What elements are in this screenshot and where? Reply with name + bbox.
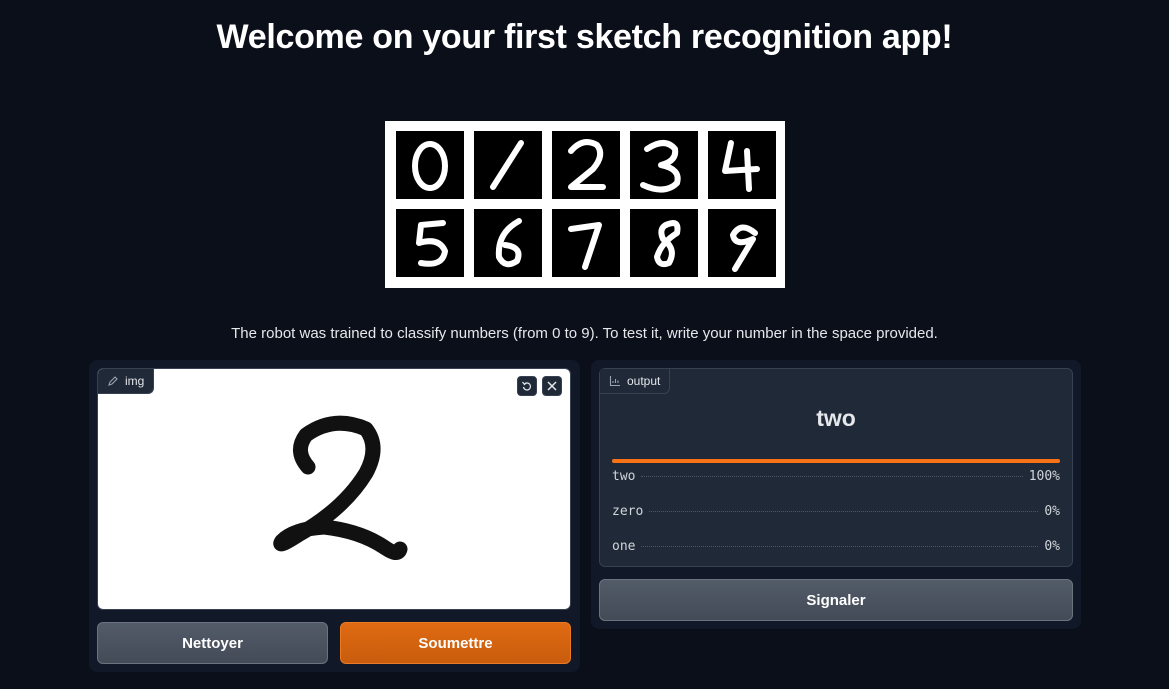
confidence-label: two xyxy=(612,469,636,484)
clear-button[interactable]: Nettoyer xyxy=(97,622,328,664)
page-title: Welcome on your first sketch recognition… xyxy=(216,18,953,56)
sketch-drawing xyxy=(273,415,408,560)
clear-canvas-button[interactable] xyxy=(542,376,562,396)
input-label: img xyxy=(98,369,155,394)
dotted-leader xyxy=(641,476,1023,477)
confidence-label: one xyxy=(612,539,636,554)
output-panel: output two two 100% zero 0% one 0% Signa… xyxy=(591,360,1081,629)
chart-icon xyxy=(609,375,621,387)
dotted-leader xyxy=(641,546,1039,547)
description-text: The robot was trained to classify number… xyxy=(231,325,938,342)
confidence-row: two 100% xyxy=(612,469,1060,484)
dotted-leader xyxy=(649,511,1039,512)
sketchpad-canvas[interactable]: img xyxy=(97,368,571,610)
predicted-label: two xyxy=(816,405,856,431)
label-output: output two two 100% zero 0% one 0% xyxy=(599,368,1073,567)
output-label-text: output xyxy=(627,374,661,388)
flag-button[interactable]: Signaler xyxy=(599,579,1073,621)
confidence-row: zero 0% xyxy=(612,504,1060,519)
confidence-label: zero xyxy=(612,504,644,519)
canvas-tools xyxy=(517,376,562,396)
confidence-row: one 0% xyxy=(612,539,1060,554)
close-icon xyxy=(547,381,557,391)
input-label-text: img xyxy=(125,374,145,388)
input-panel: img Nettoyer Soumettre xyxy=(89,360,580,672)
pencil-icon xyxy=(107,375,119,387)
mnist-digits-image xyxy=(385,121,785,288)
undo-button[interactable] xyxy=(517,376,537,396)
confidence-value: 0% xyxy=(1044,539,1060,554)
submit-button[interactable]: Soumettre xyxy=(340,622,571,664)
confidence-list: two 100% zero 0% one 0% xyxy=(612,459,1060,559)
confidence-value: 100% xyxy=(1028,469,1060,484)
confidence-value: 0% xyxy=(1044,504,1060,519)
top-confidence-bar xyxy=(612,459,1060,463)
undo-icon xyxy=(522,381,532,391)
output-label: output xyxy=(600,369,671,394)
